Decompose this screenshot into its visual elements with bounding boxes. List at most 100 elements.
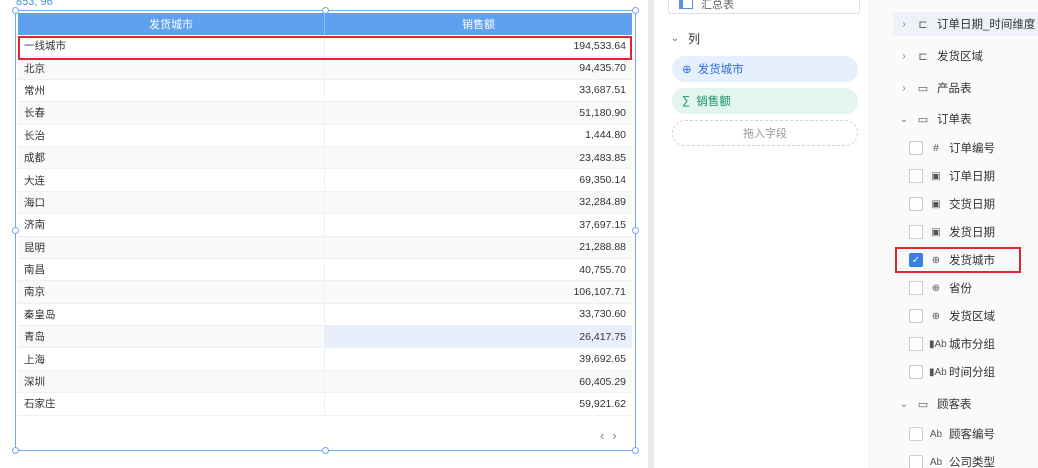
field-checkbox[interactable] xyxy=(909,337,923,351)
field-item[interactable]: ⊕ 发货区域 xyxy=(909,304,995,328)
cell-city: 一线城市 xyxy=(18,35,325,57)
field-checkbox[interactable] xyxy=(909,169,923,183)
globe-icon: ⊕ xyxy=(682,64,692,76)
field-item[interactable]: ▮Ab 时间分组 xyxy=(909,360,995,384)
field-label: 发货日期 xyxy=(949,227,995,239)
cell-city: 南昌 xyxy=(18,258,325,281)
columns-section-header[interactable]: ⌄ 列 xyxy=(670,30,700,47)
field-item[interactable]: ⊕ 省份 xyxy=(909,276,972,300)
table-row[interactable]: 大连 69,350.14 xyxy=(18,169,632,192)
table-row[interactable]: 秦皇岛 33,730.60 xyxy=(18,303,632,327)
field-checkbox[interactable] xyxy=(909,455,923,468)
column-header-sales[interactable]: 销售额 xyxy=(325,13,632,35)
table-row[interactable]: 深圳 60,405.29 xyxy=(18,370,632,394)
table-row[interactable]: 长春 51,180.90 xyxy=(18,102,632,125)
table-row[interactable]: 青岛 26,417.75 xyxy=(18,326,632,349)
tree-item-label: 订单表 xyxy=(937,114,972,126)
resize-handle-bm[interactable] xyxy=(322,447,329,454)
field-type-icon: ⊕ xyxy=(931,282,941,294)
table-row[interactable]: 石家庄 59,921.62 xyxy=(18,393,632,416)
resize-handle-bl[interactable] xyxy=(12,447,19,454)
report-canvas: 853, 96 发货城市 销售额 一线城市 194,533.64 北京 94,435.… xyxy=(0,0,648,468)
cell-city: 长春 xyxy=(18,102,325,124)
field-label: 顾客编号 xyxy=(949,429,995,441)
table-row[interactable]: 济南 37,697.15 xyxy=(18,214,632,237)
column-field-sales[interactable]: ∑ 销售额 xyxy=(672,88,858,114)
chevron-right-icon: › xyxy=(902,18,906,30)
field-item[interactable]: ▣ 订单日期 xyxy=(909,164,995,188)
cell-sales: 39,692.65 xyxy=(579,353,626,366)
chart-type-select[interactable]: 汇总表 xyxy=(668,0,860,14)
cell-city: 常州 xyxy=(18,79,325,102)
field-checkbox[interactable] xyxy=(909,197,923,211)
table-row[interactable]: 常州 33,687.51 xyxy=(18,79,632,103)
column-header-city[interactable]: 发货城市 xyxy=(18,13,325,35)
folder-icon: ▭ xyxy=(917,82,929,95)
field-label: 城市分组 xyxy=(949,339,995,351)
cell-sales: 51,180.90 xyxy=(579,106,626,119)
coordinate-readout: 853, 96 xyxy=(16,0,53,8)
cell-sales: 37,697.15 xyxy=(579,218,626,231)
column-field-city[interactable]: ⊕ 发货城市 xyxy=(672,56,858,82)
cell-sales: 106,107.71 xyxy=(573,285,626,298)
field-checkbox[interactable] xyxy=(909,141,923,155)
table-row[interactable]: 南京 106,107.71 xyxy=(18,281,632,304)
drop-hint: 拖入字段 xyxy=(743,128,787,140)
cell-city: 昆明 xyxy=(18,236,325,258)
field-item[interactable]: # 订单编号 xyxy=(909,136,995,160)
next-page-icon[interactable]: › xyxy=(612,428,616,443)
resize-handle-br[interactable] xyxy=(632,447,639,454)
field-item[interactable]: ▣ 发货日期 xyxy=(909,220,995,244)
table-row[interactable]: 昆明 21,288.88 xyxy=(18,236,632,259)
cell-sales: 33,687.51 xyxy=(579,84,626,97)
field-label: 订单日期 xyxy=(949,171,995,183)
tree-item-customer-table[interactable]: ⌄ ▭ 顾客表 xyxy=(871,392,972,416)
field-item[interactable]: Ab 顾客编号 xyxy=(909,422,995,446)
table-row[interactable]: 上海 39,692.65 xyxy=(18,348,632,371)
cell-city: 北京 xyxy=(18,57,325,79)
cell-city: 秦皇岛 xyxy=(18,303,325,326)
cell-city: 石家庄 xyxy=(18,393,325,415)
cell-city: 青岛 xyxy=(18,326,325,348)
field-label: 订单编号 xyxy=(949,143,995,155)
table-row[interactable]: 北京 94,435.70 xyxy=(18,57,632,80)
cell-city: 上海 xyxy=(18,348,325,370)
tree-item-order-date-dim[interactable]: › ⊏ 订单日期_时间维度 xyxy=(893,12,1038,36)
folder-icon: ▭ xyxy=(917,398,929,411)
chevron-down-icon: ⌄ xyxy=(670,33,680,44)
field-label: 发货区域 xyxy=(949,311,995,323)
table-row[interactable]: 成都 23,483.85 xyxy=(18,146,632,170)
prev-page-icon[interactable]: ‹ xyxy=(600,428,604,443)
field-checkbox[interactable] xyxy=(909,427,923,441)
cell-city: 深圳 xyxy=(18,370,325,393)
field-checkbox[interactable] xyxy=(909,365,923,379)
table-row[interactable]: 长治 1,444.80 xyxy=(18,124,632,147)
field-label: 公司类型 xyxy=(949,457,995,468)
tree-item-ship-region[interactable]: › ⊏ 发货区域 xyxy=(871,44,983,68)
field-item[interactable]: ▣ 交货日期 xyxy=(909,192,995,216)
hierarchy-icon: ⊏ xyxy=(918,18,928,31)
columns-label: 列 xyxy=(688,32,701,46)
column-field-label: 销售额 xyxy=(696,96,731,108)
field-item[interactable]: ▮Ab 城市分组 xyxy=(909,332,995,356)
field-checkbox[interactable] xyxy=(909,281,923,295)
field-type-icon: ▣ xyxy=(931,198,941,210)
table-pager: ‹ › xyxy=(600,428,617,443)
field-type-icon: ▣ xyxy=(931,226,941,238)
folder-check-icon: ▭ xyxy=(917,113,929,126)
field-checkbox[interactable] xyxy=(909,309,923,323)
table-row[interactable]: 海口 32,284.89 xyxy=(18,191,632,215)
cell-city: 成都 xyxy=(18,146,325,169)
field-checkbox[interactable] xyxy=(909,225,923,239)
sigma-icon: ∑ xyxy=(682,95,691,107)
tree-item-product-table[interactable]: › ▭ 产品表 xyxy=(871,76,971,100)
resize-handle-mr[interactable] xyxy=(632,227,639,234)
cell-city: 海口 xyxy=(18,191,325,214)
table-row[interactable]: 一线城市 194,533.64 xyxy=(18,35,632,58)
resize-handle-tr[interactable] xyxy=(632,7,639,14)
cell-city: 南京 xyxy=(18,281,325,303)
tree-item-order-table[interactable]: ⌄ ▭ 订单表 xyxy=(871,107,972,131)
field-item[interactable]: Ab 公司类型 xyxy=(909,450,995,468)
drop-field-zone[interactable]: 拖入字段 xyxy=(672,120,858,146)
table-row[interactable]: 南昌 40,755.70 xyxy=(18,258,632,282)
